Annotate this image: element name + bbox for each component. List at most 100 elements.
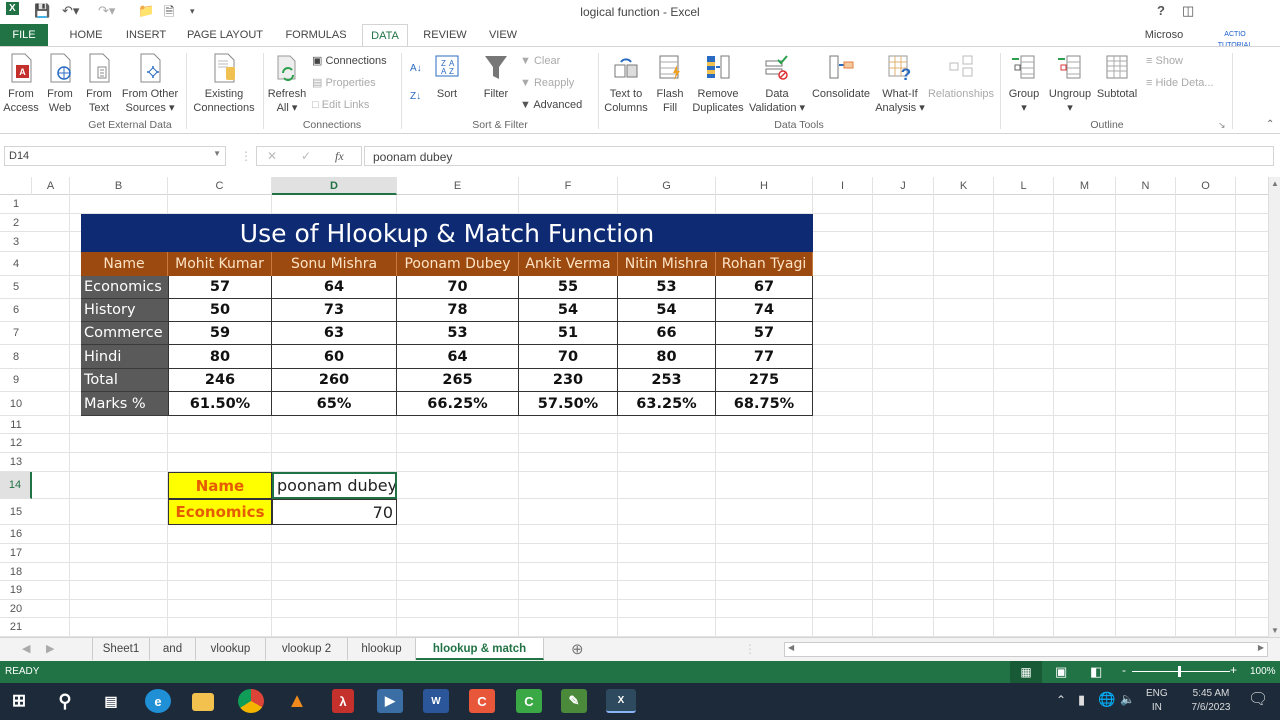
table-value-cell[interactable]: 53 [397, 322, 519, 345]
table-value-cell[interactable]: 54 [519, 299, 618, 322]
show-detail-button[interactable]: ≡ Show [1146, 51, 1183, 71]
select-all-corner[interactable] [0, 177, 32, 195]
edge-browser-icon[interactable]: e [145, 689, 171, 713]
flash-fill-button[interactable]: Flash Fill [652, 53, 688, 115]
language-indicator[interactable]: ENG IN [1146, 687, 1168, 715]
table-header-cell[interactable]: Mohit Kumar [168, 252, 272, 276]
from-web-button[interactable]: From Web [42, 53, 78, 115]
table-value-cell[interactable]: 80 [168, 345, 272, 369]
media-player-icon[interactable]: ▶ [377, 689, 403, 713]
tab-review[interactable]: REVIEW [418, 24, 472, 46]
row-header-1[interactable]: 1 [0, 195, 32, 214]
table-value-cell[interactable]: 54 [618, 299, 716, 322]
coreldraw-icon[interactable]: ✎ [561, 689, 587, 713]
table-value-cell[interactable]: 230 [519, 369, 618, 392]
table-value-cell[interactable]: 68.75% [716, 392, 813, 416]
scroll-right-icon[interactable]: ▶ [1258, 643, 1264, 652]
sort-a-z-icon[interactable]: A↓ [410, 59, 422, 79]
file-explorer-icon[interactable] [192, 693, 214, 711]
table-header-cell[interactable]: Rohan Tyagi [716, 252, 813, 276]
table-header-cell[interactable]: Poonam Dubey [397, 252, 519, 276]
data-validation-button[interactable]: Data Validation ▾ [746, 53, 808, 115]
table-value-cell[interactable]: 55 [519, 276, 618, 299]
table-value-cell[interactable]: 73 [272, 299, 397, 322]
table-value-cell[interactable]: 246 [168, 369, 272, 392]
table-value-cell[interactable]: 66 [618, 322, 716, 345]
existing-connections-button[interactable]: Existing Connections [190, 53, 258, 115]
notifications-icon[interactable]: 🗨 [1248, 689, 1268, 709]
table-value-cell[interactable]: 275 [716, 369, 813, 392]
column-header-j[interactable]: J [873, 177, 934, 195]
scroll-left-icon[interactable]: ◀ [788, 643, 794, 652]
tab-file[interactable]: FILE [0, 24, 48, 46]
row-header-12[interactable]: 12 [0, 434, 32, 453]
camtasia-editor-icon[interactable]: C [516, 689, 542, 713]
from-other-sources-button[interactable]: From Other Sources ▾ [118, 53, 182, 115]
acrobat-icon[interactable]: λ [332, 689, 354, 713]
reapply-button[interactable]: ▼ Reapply [520, 73, 574, 93]
lookup-name-label[interactable]: Name [168, 472, 272, 499]
word-icon[interactable]: W [423, 689, 449, 713]
sheet-tab-vlookup-2[interactable]: vlookup 2 [266, 638, 348, 660]
column-header-e[interactable]: E [397, 177, 519, 195]
table-header-cell[interactable]: Name [81, 252, 168, 276]
vertical-scrollbar[interactable]: ▲ ▼ [1268, 177, 1280, 637]
table-value-cell[interactable]: 63.25% [618, 392, 716, 416]
outline-dialog-launcher-icon[interactable]: ↘ [1218, 115, 1226, 135]
column-header-c[interactable]: C [168, 177, 272, 195]
row-header-21[interactable]: 21 [0, 618, 32, 637]
row-header-20[interactable]: 20 [0, 600, 32, 618]
row-header-2[interactable]: 2 [0, 214, 32, 232]
sheet-tab-hlookup[interactable]: hlookup [348, 638, 416, 660]
prev-sheet-icon[interactable]: ◀ [22, 642, 30, 655]
tab-formulas[interactable]: FORMULAS [280, 24, 352, 46]
column-header-f[interactable]: F [519, 177, 618, 195]
table-header-cell[interactable]: Ankit Verma [519, 252, 618, 276]
lookup-result-cell[interactable]: 70 [272, 499, 397, 525]
text-to-columns-button[interactable]: Text to Columns [602, 53, 650, 115]
table-value-cell[interactable]: 50 [168, 299, 272, 322]
enter-check-icon[interactable]: ✓ [301, 149, 311, 163]
sheet-tab-sheet1[interactable]: Sheet1 [92, 638, 150, 660]
table-value-cell[interactable]: 64 [397, 345, 519, 369]
tab-data[interactable]: DATA [362, 24, 408, 46]
normal-view-icon[interactable]: ▦ [1010, 661, 1042, 683]
row-header-3[interactable]: 3 [0, 232, 32, 252]
new-sheet-button[interactable]: ⊕ [571, 640, 584, 658]
page-break-preview-icon[interactable]: ◧ [1090, 664, 1102, 680]
sheet-tab-and[interactable]: and [150, 638, 196, 660]
lookup-subject-label[interactable]: Economics [168, 499, 272, 525]
ungroup-button[interactable]: Ungroup ▾ [1046, 53, 1094, 115]
row-header-6[interactable]: 6 [0, 299, 32, 322]
sort-button[interactable]: ZAAZ Sort [432, 53, 462, 101]
next-sheet-icon[interactable]: ▶ [46, 642, 54, 655]
table-value-cell[interactable]: 57 [168, 276, 272, 299]
table-value-cell[interactable]: 253 [618, 369, 716, 392]
connections-button[interactable]: ▣ Connections [312, 51, 387, 71]
zoom-out-button[interactable]: - [1122, 663, 1126, 677]
help-button[interactable]: ? [1157, 3, 1165, 18]
column-header-b[interactable]: B [70, 177, 168, 195]
column-header-h[interactable]: H [716, 177, 813, 195]
vlc-icon[interactable]: ▲ [284, 689, 310, 713]
table-value-cell[interactable]: 265 [397, 369, 519, 392]
table-value-cell[interactable]: 64 [272, 276, 397, 299]
show-hidden-icons[interactable]: ⌃ [1056, 693, 1066, 707]
formula-bar-splitter[interactable]: ⋮ [240, 149, 252, 163]
row-header-18[interactable]: 18 [0, 563, 32, 581]
column-header-k[interactable]: K [934, 177, 994, 195]
column-header-g[interactable]: G [618, 177, 716, 195]
consolidate-button[interactable]: Consolidate [810, 53, 872, 101]
table-value-cell[interactable]: 66.25% [397, 392, 519, 416]
column-header-n[interactable]: N [1116, 177, 1176, 195]
row-header-19[interactable]: 19 [0, 581, 32, 600]
row-label[interactable]: History [81, 299, 168, 322]
row-header-5[interactable]: 5 [0, 276, 32, 299]
row-label[interactable]: Commerce [81, 322, 168, 345]
name-box-dropdown-icon[interactable]: ▼ [213, 149, 221, 158]
table-value-cell[interactable]: 57 [716, 322, 813, 345]
table-value-cell[interactable]: 53 [618, 276, 716, 299]
table-value-cell[interactable]: 67 [716, 276, 813, 299]
table-value-cell[interactable]: 63 [272, 322, 397, 345]
horizontal-scrollbar[interactable]: ◀ ▶ [784, 642, 1268, 657]
